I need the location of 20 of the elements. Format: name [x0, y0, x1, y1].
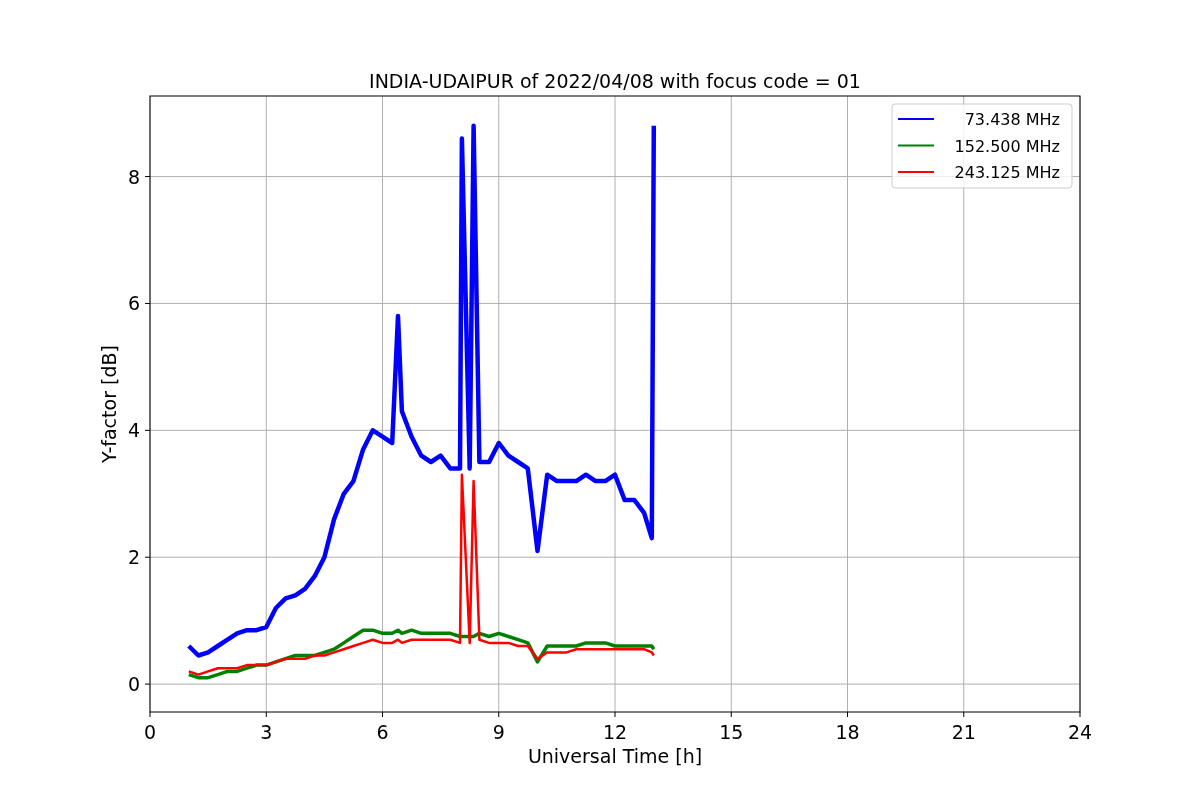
- y-tick-label: 4: [127, 419, 140, 442]
- x-tick-label: 18: [835, 721, 860, 743]
- legend-label: 243.125 MHz: [954, 163, 1060, 182]
- legend-label: 152.500 MHz: [954, 136, 1060, 156]
- y-tick-label: 8: [127, 165, 140, 188]
- x-tick-label: 3: [260, 721, 273, 743]
- y-tick-label: 2: [127, 546, 140, 569]
- y-axis-label: Y-factor [dB]: [98, 345, 120, 463]
- y-tick-label: 0: [127, 673, 140, 696]
- x-axis-label: Universal Time [h]: [527, 745, 703, 767]
- x-tick-label: 12: [602, 721, 628, 743]
- y-tick-label: 6: [127, 292, 140, 315]
- x-tick-label: 6: [376, 721, 389, 743]
- x-tick-label: 24: [1067, 721, 1093, 743]
- chart-title: INDIA-UDAIPUR of 2022/04/08 with focus code = 01: [369, 70, 861, 92]
- x-tick-label: 21: [951, 721, 976, 743]
- x-tick-label: 0: [143, 721, 157, 743]
- legend-label: 73.438 MHz: [964, 110, 1060, 129]
- x-tick-label: 9: [492, 721, 505, 743]
- x-tick-label: 15: [719, 721, 744, 743]
